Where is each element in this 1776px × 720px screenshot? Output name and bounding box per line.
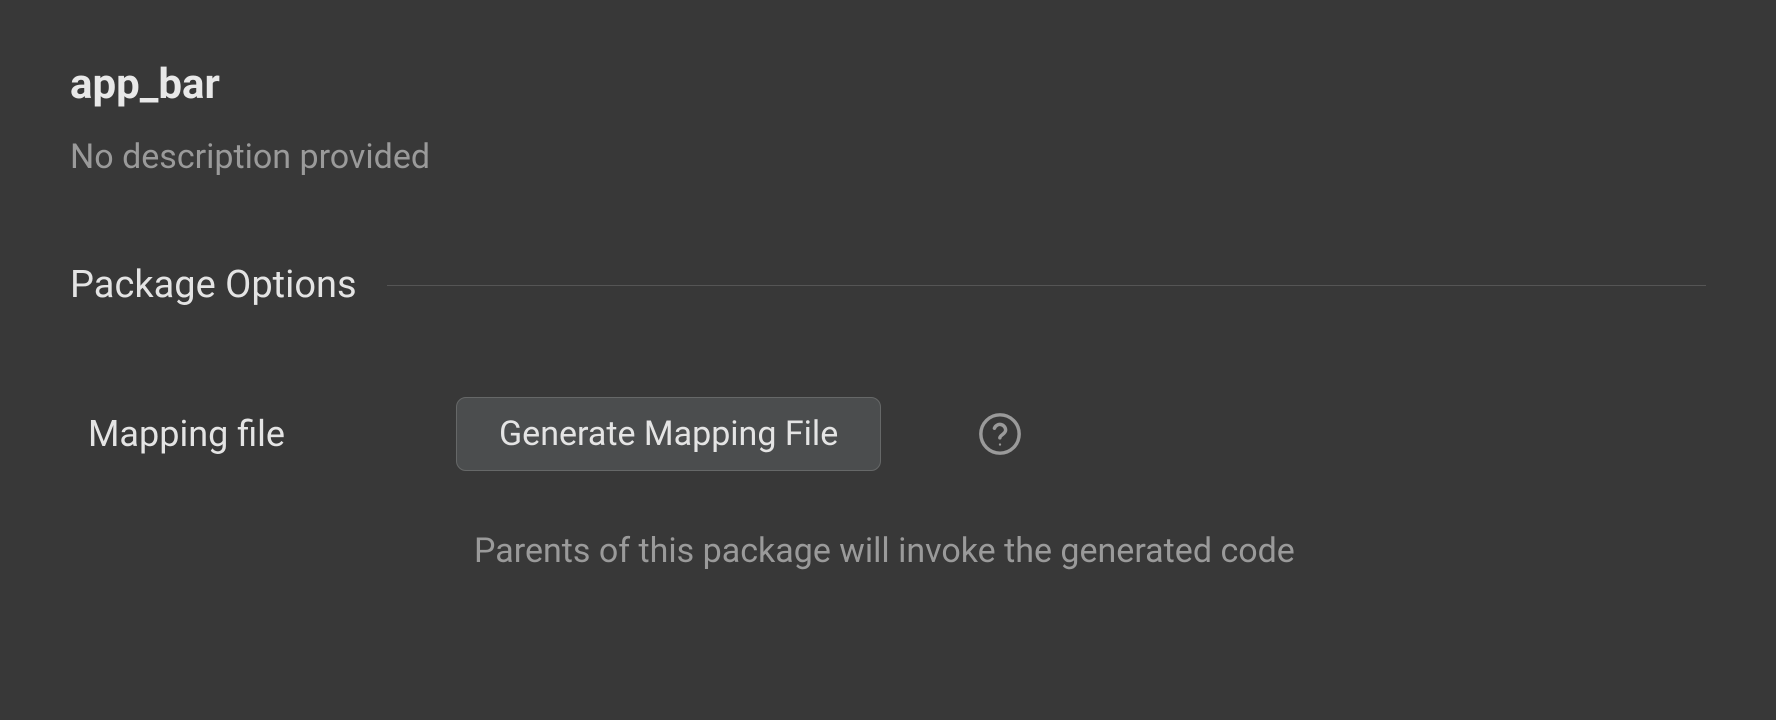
mapping-file-hint: Parents of this package will invoke the … <box>474 531 1706 571</box>
package-header: app_bar No description provided <box>70 60 1706 177</box>
section-header: Package Options <box>70 263 1706 307</box>
section-divider <box>387 285 1706 286</box>
generate-mapping-file-button[interactable]: Generate Mapping File <box>456 397 881 471</box>
mapping-file-label: Mapping file <box>88 413 398 455</box>
package-title: app_bar <box>70 60 1706 109</box>
section-title: Package Options <box>70 263 357 307</box>
help-icon[interactable] <box>977 411 1023 457</box>
package-description: No description provided <box>70 137 1706 177</box>
mapping-file-row: Mapping file Generate Mapping File <box>88 397 1706 471</box>
